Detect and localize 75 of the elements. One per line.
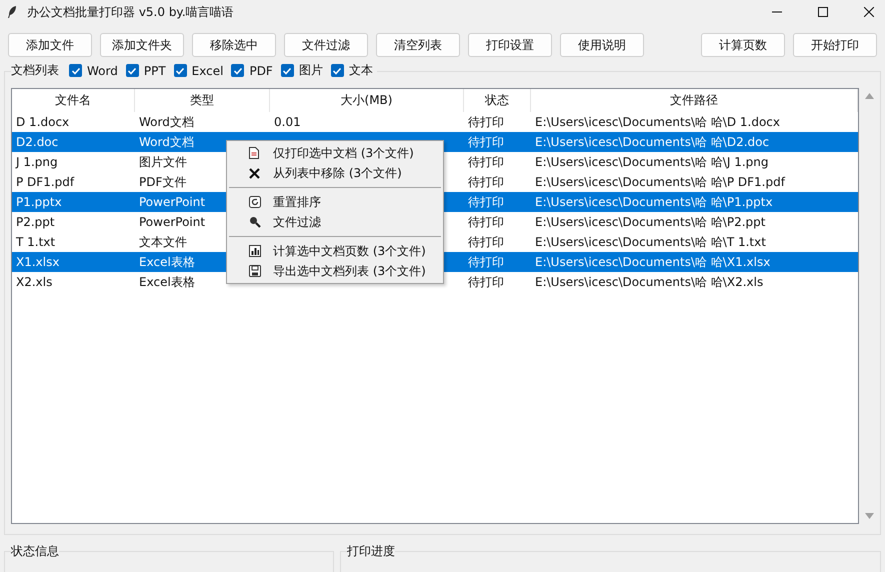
table-cell[interactable]: J 1.png <box>12 152 135 172</box>
table-cell: 图片文件 <box>139 155 187 169</box>
table-cell: 待打印 <box>464 132 531 152</box>
table-cell: 文本文件 <box>139 235 187 249</box>
table-cell-text: E:\Users\icesc\Documents\哈 哈\J 1.png <box>534 154 770 171</box>
menu-item[interactable]: 从列表中移除 (3个文件) <box>227 163 443 183</box>
toolbar-button[interactable]: 计算页数 <box>701 33 785 57</box>
checkbox-label: PPT <box>144 64 166 78</box>
table-cell-text: 待打印 <box>467 114 505 131</box>
table-cell: PowerPoint <box>139 215 206 229</box>
close-icon[interactable] <box>864 7 874 17</box>
table-cell: 待打印 <box>464 192 531 212</box>
table-cell: E:\Users\icesc\Documents\哈 哈\X1.xlsx <box>531 252 858 272</box>
table-cell-text: E:\Users\icesc\Documents\哈 哈\P2.ppt <box>534 214 766 231</box>
column-header[interactable]: 文件路径 <box>531 89 858 112</box>
table-cell-text: E:\Users\icesc\Documents\哈 哈\X2.xls <box>534 274 764 291</box>
table-cell[interactable]: D2.doc <box>12 132 135 152</box>
table-cell: E:\Users\icesc\Documents\哈 哈\D2.doc <box>531 132 858 152</box>
table-cell[interactable]: P2.ppt <box>12 212 135 232</box>
table-cell: Excel表格 <box>139 275 195 289</box>
toolbar-button[interactable]: 文件过滤 <box>284 33 368 57</box>
menu-item[interactable]: 文件过滤 <box>227 212 443 232</box>
feather-icon <box>7 5 17 19</box>
column-header[interactable]: 类型 <box>135 89 270 112</box>
toolbar-button[interactable]: 添加文件夹 <box>100 33 184 57</box>
table-cell[interactable]: D 1.docx <box>12 112 135 132</box>
column-header[interactable]: 文件名 <box>12 89 135 112</box>
table-cell: 待打印 <box>464 252 531 272</box>
checkbox[interactable] <box>231 64 244 77</box>
toolbar-button[interactable]: 移除选中 <box>192 33 276 57</box>
table-cell-text: 待打印 <box>467 174 505 191</box>
table-cell-text: 待打印 <box>467 234 505 251</box>
toolbar-button[interactable]: 使用说明 <box>560 33 644 57</box>
table-cell[interactable]: T 1.txt <box>12 232 135 252</box>
table-cell[interactable]: P DF1.pdf <box>12 172 135 192</box>
column-header[interactable]: 状态 <box>464 89 531 112</box>
table-cell: PDF文件 <box>139 175 186 189</box>
group-label: 打印进度 <box>347 543 395 559</box>
checkbox[interactable] <box>280 64 294 77</box>
checkbox[interactable] <box>126 64 139 77</box>
group-label: 状态信息 <box>11 543 59 559</box>
search-icon <box>249 216 261 228</box>
checkbox-label: Word <box>87 64 118 78</box>
table-cell: E:\Users\icesc\Documents\哈 哈\P1.pptx <box>531 192 858 212</box>
column-header[interactable]: 大小(MB) <box>270 89 464 112</box>
table-cell: Word文档 <box>139 115 194 129</box>
checkbox[interactable] <box>69 64 82 77</box>
checkbox-label: Excel <box>192 64 224 78</box>
document-icon <box>249 147 259 159</box>
table-cell-text: 待打印 <box>467 274 505 291</box>
checkbox-label: 图片 <box>298 62 323 79</box>
toolbar-button[interactable]: 添加文件 <box>8 33 92 57</box>
close-icon <box>249 168 260 178</box>
refresh-icon <box>249 196 261 208</box>
table-cell-text: E:\Users\icesc\Documents\哈 哈\P DF1.pdf <box>534 174 786 191</box>
maximize-icon[interactable] <box>818 7 828 17</box>
checkbox[interactable] <box>174 64 187 77</box>
toolbar-button[interactable]: 打印设置 <box>468 33 552 57</box>
group-label: 文档列表 <box>11 62 59 79</box>
table-cell[interactable]: P1.pptx <box>12 192 135 212</box>
checkbox[interactable] <box>330 64 344 77</box>
bar-chart-icon <box>249 245 261 257</box>
window-title: 办公文档批量打印器 v5.0 by.喵言喵语 <box>27 4 234 20</box>
table-cell-text: 待打印 <box>467 154 505 171</box>
table-cell-text: E:\Users\icesc\Documents\哈 哈\D 1.docx <box>534 114 782 131</box>
table-cell[interactable]: X2.xls <box>12 272 135 292</box>
toolbar-button[interactable]: 开始打印 <box>793 33 877 57</box>
table-cell[interactable]: X1.xlsx <box>12 252 135 272</box>
table-cell-text: 待打印 <box>467 214 505 231</box>
save-icon <box>249 265 261 277</box>
toolbar-button[interactable]: 清空列表 <box>376 33 460 57</box>
checkbox-label: PDF <box>249 64 273 78</box>
table-cell-text: E:\Users\icesc\Documents\哈 哈\T 1.txt <box>534 234 767 251</box>
table-cell-text: 0.01 <box>273 114 302 131</box>
checkbox-label: 文本 <box>348 62 373 79</box>
